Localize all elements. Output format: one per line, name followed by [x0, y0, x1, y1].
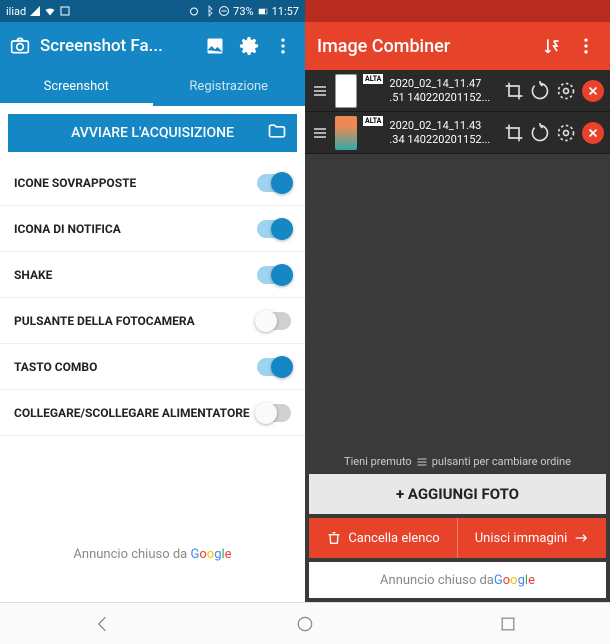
nav-recent-icon[interactable] [498, 614, 518, 634]
setting-combo-key[interactable]: TASTO COMBO [0, 344, 305, 390]
crop-icon[interactable] [504, 81, 524, 101]
toggle-shake[interactable] [257, 266, 291, 284]
carrier-label: iliad [6, 5, 26, 18]
toggle-notification-icon[interactable] [257, 220, 291, 238]
empty-area [305, 154, 610, 449]
crop-icon[interactable] [504, 123, 524, 143]
quality-badge: ALTA [363, 116, 383, 126]
setting-label: COLLEGARE/SCOLLEGARE ALIMENTATORE [14, 406, 250, 420]
sort-button[interactable] [540, 34, 564, 58]
thumbnail [335, 74, 357, 108]
nfc-icon [59, 5, 71, 17]
setting-notification-icon[interactable]: ICONA DI NOTIFICA [0, 206, 305, 252]
setting-label: PULSANTE DELLA FOTOCAMERA [14, 314, 195, 328]
action-row: Cancella elenco Unisci immagini [309, 518, 606, 558]
image-list: ALTA 2020_02_14_11.47 .51 140220201152..… [305, 70, 610, 154]
quality-badge: ALTA [363, 74, 383, 84]
battery-icon [257, 5, 269, 17]
more-vert-icon [273, 36, 293, 56]
gear-icon [239, 36, 259, 56]
app-title-right: Image Combiner [317, 36, 530, 57]
more-button[interactable] [271, 34, 295, 58]
reorder-hint: Tieni premuto pulsanti per cambiare ordi… [305, 449, 610, 474]
close-icon [586, 126, 600, 140]
toggle-camera-button[interactable] [257, 312, 291, 330]
filename: 2020_02_14_11.43 .34 140220201152... [389, 119, 498, 145]
image-icon [205, 36, 225, 56]
status-bar-left: iliad 73% 11:57 [0, 0, 305, 22]
delete-button[interactable] [582, 80, 604, 102]
setting-label: ICONA DI NOTIFICA [14, 222, 121, 236]
nav-back-icon[interactable] [92, 614, 112, 634]
delete-button[interactable] [582, 122, 604, 144]
setting-overlay-icons[interactable]: ICONE SOVRAPPOSTE [0, 160, 305, 206]
rotate-icon[interactable] [530, 123, 550, 143]
clear-list-button[interactable]: Cancella elenco [309, 518, 458, 558]
folder-button[interactable] [267, 121, 287, 145]
bluetooth-icon [203, 5, 215, 17]
status-bar-right [305, 0, 610, 22]
setting-camera-button[interactable]: PULSANTE DELLA FOTOCAMERA [0, 298, 305, 344]
trash-icon [326, 530, 342, 546]
app-header-right: Image Combiner [305, 22, 610, 70]
google-logo-text: Google [494, 573, 535, 588]
merge-images-button[interactable]: Unisci immagini [458, 518, 606, 558]
tab-screenshot[interactable]: Screenshot [0, 70, 153, 106]
more-vert-icon [576, 36, 596, 56]
rotate-icon[interactable] [530, 81, 550, 101]
setting-label: ICONE SOVRAPPOSTE [14, 176, 136, 190]
image-row[interactable]: ALTA 2020_02_14_11.43 .34 140220201152..… [305, 112, 610, 154]
wifi-icon [44, 5, 56, 17]
thumbnail [335, 116, 357, 150]
nav-home-icon[interactable] [295, 614, 315, 634]
ad-closed-right: Annuncio chiuso da Google [309, 562, 606, 598]
toggle-overlay-icons[interactable] [257, 174, 291, 192]
gear-icon[interactable] [556, 123, 576, 143]
drag-handle-icon[interactable] [311, 83, 329, 99]
start-capture-label: AVVIARE L'ACQUISIZIONE [71, 125, 234, 141]
setting-power-connect[interactable]: COLLEGARE/SCOLLEGARE ALIMENTATORE [0, 390, 305, 436]
image-row[interactable]: ALTA 2020_02_14_11.47 .51 140220201152..… [305, 70, 610, 112]
battery-label: 73% [233, 5, 253, 18]
toggle-combo-key[interactable] [257, 358, 291, 376]
time-label: 11:57 [272, 5, 299, 18]
gear-icon[interactable] [556, 81, 576, 101]
settings-button[interactable] [237, 34, 261, 58]
drag-handle-icon [416, 456, 428, 468]
add-photo-button[interactable]: + AGGIUNGI FOTO [309, 474, 606, 514]
app-title-left: Screenshot Fa... [40, 36, 193, 56]
tab-recording[interactable]: Registrazione [153, 70, 306, 106]
ad-prefix: Annuncio chiuso da [73, 547, 190, 562]
filename: 2020_02_14_11.47 .51 140220201152... [389, 77, 498, 103]
ad-closed-left: Annuncio chiuso da Google [0, 533, 305, 602]
gallery-button[interactable] [203, 34, 227, 58]
sort-az-icon [542, 36, 562, 56]
arrow-right-icon [573, 530, 589, 546]
tabs: Screenshot Registrazione [0, 70, 305, 106]
folder-icon [267, 121, 287, 141]
more-button-right[interactable] [574, 34, 598, 58]
settings-list: ICONE SOVRAPPOSTE ICONA DI NOTIFICA SHAK… [0, 160, 305, 533]
setting-shake[interactable]: SHAKE [0, 252, 305, 298]
start-capture-button[interactable]: AVVIARE L'ACQUISIZIONE [8, 114, 297, 152]
setting-label: TASTO COMBO [14, 360, 97, 374]
dnd-icon [218, 5, 230, 17]
app-header-left: Screenshot Fa... [0, 22, 305, 70]
toggle-power-connect[interactable] [257, 404, 291, 422]
nav-bar [0, 602, 610, 644]
signal-icon [29, 5, 41, 17]
camera-icon [10, 36, 30, 56]
google-logo-text: Google [190, 547, 231, 562]
alarm-icon [188, 5, 200, 17]
ad-prefix: Annuncio chiuso da [380, 573, 494, 588]
setting-label: SHAKE [14, 268, 52, 282]
drag-handle-icon[interactable] [311, 125, 329, 141]
close-icon [586, 84, 600, 98]
